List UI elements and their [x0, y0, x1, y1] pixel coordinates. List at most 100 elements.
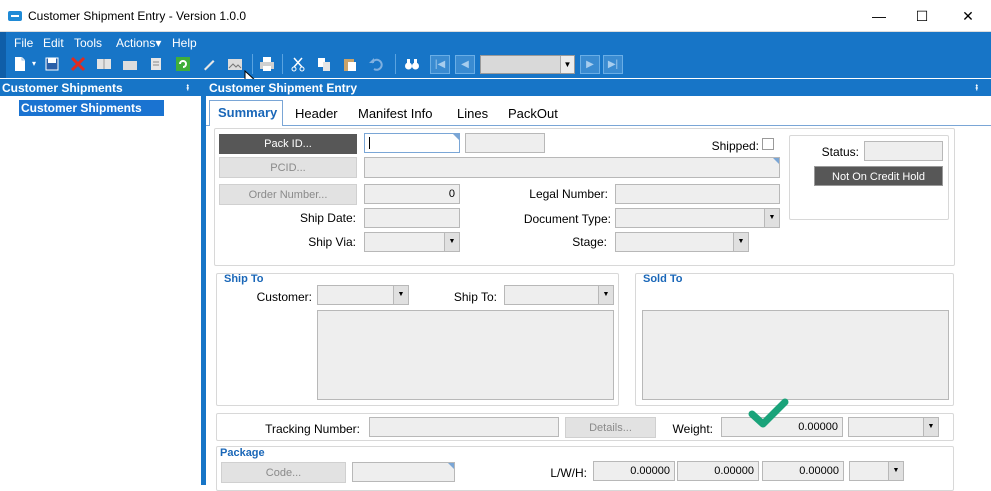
new-icon[interactable] — [12, 56, 28, 72]
edit-icon[interactable] — [201, 56, 217, 72]
order-number-button[interactable]: Order Number... — [219, 184, 357, 205]
toolbar-separator — [282, 54, 283, 74]
close-window-button[interactable]: ✕ — [945, 0, 991, 32]
new-dropdown-icon[interactable]: ▾ — [30, 56, 38, 72]
save-icon[interactable] — [44, 56, 60, 72]
ship-to-label: Ship To: — [453, 290, 497, 304]
status-field — [864, 141, 943, 161]
tab-strip-line — [206, 125, 991, 126]
credit-hold-button[interactable]: Not On Credit Hold — [814, 166, 943, 186]
copy-icon[interactable] — [316, 56, 332, 72]
dimension-uom-combo[interactable]: ▼ — [849, 461, 904, 481]
undo-icon[interactable] — [368, 56, 384, 72]
status-label: Status: — [821, 145, 859, 159]
maximize-button[interactable]: ☐ — [899, 0, 945, 32]
tab-header[interactable]: Header — [295, 106, 338, 121]
menu-edit[interactable]: Edit — [43, 36, 64, 50]
legal-number-field — [615, 184, 780, 204]
tree-item-customer-shipments[interactable]: Customer Shipments — [19, 100, 164, 116]
tab-summary[interactable]: Summary — [209, 100, 283, 126]
next-record-button[interactable]: ▶ — [580, 55, 600, 74]
pane-splitter[interactable] — [201, 79, 206, 485]
ship-to-combo[interactable]: ▼ — [504, 285, 614, 305]
tracking-number-label: Tracking Number: — [265, 422, 360, 436]
pcid-button[interactable]: PCID... — [219, 157, 357, 178]
chevron-down-icon[interactable]: ▼ — [888, 462, 903, 480]
document-type-label: Document Type: — [523, 212, 611, 226]
weight-uom-combo[interactable]: ▼ — [848, 417, 939, 437]
pack-id-button[interactable]: Pack ID... — [219, 134, 357, 154]
pcid-field[interactable] — [364, 157, 780, 178]
tab-lines[interactable]: Lines — [457, 106, 488, 121]
refresh-icon[interactable] — [175, 56, 191, 72]
tab-manifest-info[interactable]: Manifest Info — [358, 106, 432, 121]
cut-icon[interactable] — [290, 56, 306, 72]
customer-label: Customer: — [256, 290, 312, 304]
left-pane-title: Customer Shipments — [2, 81, 123, 95]
chrome-edge — [0, 32, 6, 78]
book-icon[interactable] — [96, 56, 112, 72]
ship-to-address — [317, 310, 614, 400]
chevron-down-icon[interactable]: ▼ — [560, 56, 574, 73]
chevron-down-icon[interactable]: ▼ — [923, 418, 938, 436]
paste-icon[interactable] — [342, 56, 358, 72]
binoculars-icon[interactable] — [404, 56, 420, 72]
field-corner-marker — [773, 158, 779, 164]
chevron-down-icon[interactable]: ▼ — [764, 209, 779, 227]
minimize-button[interactable]: — — [856, 0, 902, 32]
details-button[interactable]: Details... — [565, 417, 656, 438]
menu-file[interactable]: File — [14, 36, 33, 50]
order-number-field[interactable]: 0 — [364, 184, 460, 204]
sold-to-address — [642, 310, 949, 400]
image-icon[interactable] — [227, 56, 243, 72]
attachment-icon[interactable] — [148, 56, 164, 72]
pack-id-field[interactable] — [364, 133, 460, 153]
field-corner-marker — [448, 463, 454, 469]
height-field[interactable]: 0.00000 — [762, 461, 844, 481]
chevron-down-icon[interactable]: ▼ — [444, 233, 459, 251]
text-caret — [369, 137, 370, 149]
field-corner-marker — [453, 134, 459, 140]
right-pane-title: Customer Shipment Entry — [209, 81, 358, 95]
lwh-label: L/W/H: — [550, 466, 587, 480]
code-field[interactable] — [352, 462, 455, 482]
previous-record-button[interactable]: ◀ — [455, 55, 475, 74]
record-selector[interactable]: ▼ — [480, 55, 575, 74]
weight-label: Weight: — [672, 422, 713, 436]
package-title: Package — [220, 447, 265, 459]
shipped-checkbox[interactable] — [762, 138, 774, 150]
stage-combo[interactable]: ▼ — [615, 232, 749, 252]
pin-icon[interactable]: ⭻ — [975, 81, 979, 98]
ship-to-title: Ship To — [224, 273, 264, 285]
first-record-button[interactable]: |◀ — [430, 55, 450, 74]
menu-tools[interactable]: Tools — [74, 36, 102, 50]
folder-icon[interactable] — [122, 56, 138, 72]
customer-combo[interactable]: ▼ — [317, 285, 409, 305]
width-field[interactable]: 0.00000 — [677, 461, 759, 481]
toolbar-separator — [395, 54, 396, 74]
stage-label: Stage: — [572, 235, 607, 249]
delete-icon[interactable] — [70, 56, 86, 72]
last-record-button[interactable]: ▶| — [603, 55, 623, 74]
app-icon — [8, 11, 22, 21]
tab-packout[interactable]: PackOut — [508, 106, 558, 121]
ship-date-field[interactable] — [364, 208, 460, 228]
ship-date-label: Ship Date: — [299, 211, 356, 225]
pin-icon[interactable]: ⭻ — [186, 81, 190, 98]
legal-number-label: Legal Number: — [529, 187, 608, 201]
chevron-down-icon[interactable]: ▼ — [393, 286, 408, 304]
pack-description-field — [465, 133, 545, 153]
menu-help[interactable]: Help — [172, 36, 197, 50]
menu-actions[interactable]: Actions▾ — [116, 36, 161, 50]
length-field[interactable]: 0.00000 — [593, 461, 675, 481]
ship-via-label: Ship Via: — [308, 235, 356, 249]
print-icon[interactable] — [259, 56, 275, 72]
document-type-combo[interactable]: ▼ — [615, 208, 780, 228]
sold-to-title: Sold To — [643, 273, 683, 285]
chevron-down-icon[interactable]: ▼ — [733, 233, 748, 251]
ship-via-combo[interactable]: ▼ — [364, 232, 460, 252]
chevron-down-icon[interactable]: ▼ — [598, 286, 613, 304]
code-button[interactable]: Code... — [221, 462, 346, 483]
tracking-number-field[interactable] — [369, 417, 559, 437]
shipped-label: Shipped: — [711, 139, 759, 153]
